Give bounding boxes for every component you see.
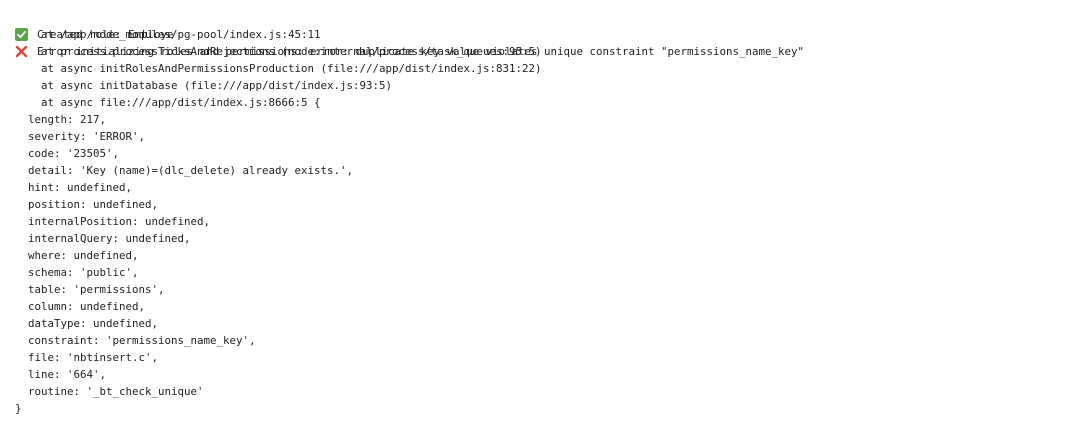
error-property: length: 217,: [28, 113, 107, 126]
error-property: position: undefined,: [28, 198, 159, 211]
error-property: table: 'permissions',: [28, 283, 165, 296]
stack-frame: at process.processTicksAndRejections (no…: [41, 45, 542, 58]
stack-frame: at async initRolesAndPermissionsProducti…: [41, 62, 542, 75]
log-line-error: Error initializing roles and permissions…: [0, 9, 1081, 58]
error-property: hint: undefined,: [28, 181, 133, 194]
error-property: dataType: undefined,: [28, 317, 159, 330]
error-property: detail: 'Key (name)=(dlc_delete) already…: [28, 164, 354, 177]
stack-frame: at async initDatabase (file:///app/dist/…: [41, 79, 393, 92]
error-property: internalQuery: undefined,: [28, 232, 191, 245]
log-line-success: Created role: Employe: [0, 0, 1081, 41]
error-property: routine: '_bt_check_unique': [28, 385, 204, 398]
error-property: where: undefined,: [28, 249, 139, 262]
error-property: internalPosition: undefined,: [28, 215, 211, 228]
error-property: file: 'nbtinsert.c',: [28, 351, 159, 364]
stack-frame: at async file:///app/dist/index.js:8666:…: [41, 96, 321, 109]
error-property: constraint: 'permissions_name_key',: [28, 334, 256, 347]
error-property: column: undefined,: [28, 300, 146, 313]
error-property: severity: 'ERROR',: [28, 130, 146, 143]
stack-frame: at /app/node_modules/pg-pool/index.js:45…: [41, 28, 321, 41]
check-mark-icon: [15, 0, 28, 41]
error-property: schema: 'public',: [28, 266, 139, 279]
closing-brace: }: [15, 402, 22, 415]
error-property: code: '23505',: [28, 147, 120, 160]
cross-mark-icon: [15, 11, 28, 58]
console-output: Created role: Employe Error initializing…: [0, 0, 1081, 417]
error-property: line: '664',: [28, 368, 107, 381]
